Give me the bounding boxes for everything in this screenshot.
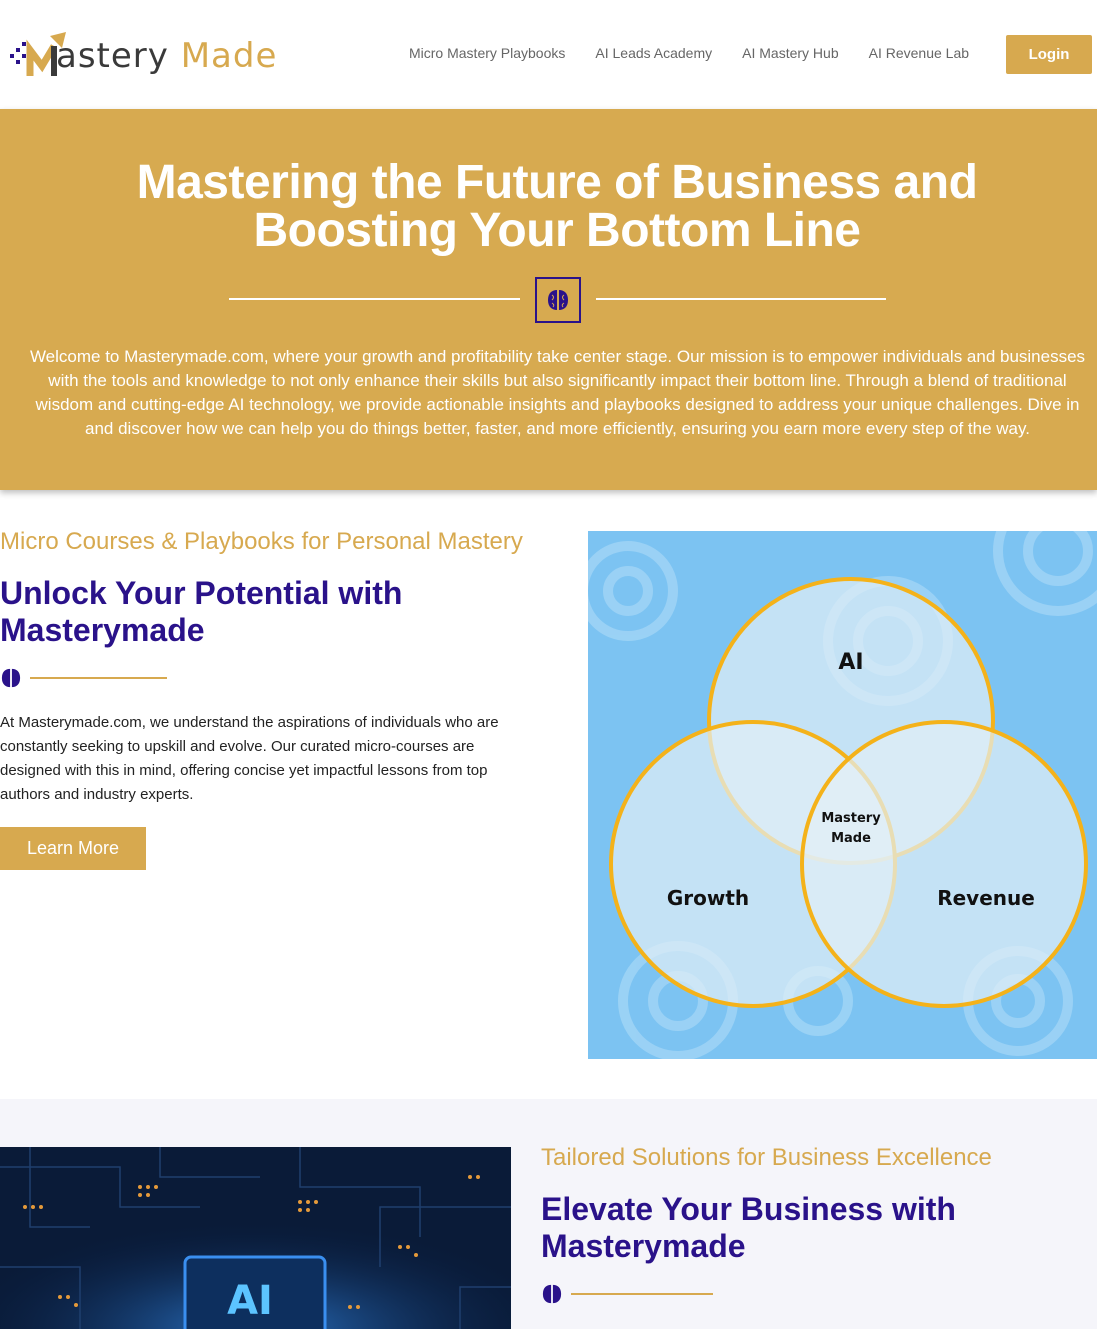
logo-word-made: Made xyxy=(180,36,278,76)
section1-title-line-1: Unlock Your Potential with xyxy=(0,575,403,611)
venn-label-center-1: Mastery xyxy=(821,811,881,826)
site-header: astery Made Micro Mastery Playbooks AI L… xyxy=(0,0,1097,109)
section1-divider xyxy=(0,668,167,688)
section1-body-line-1: At Masterymade.com, we understand the as… xyxy=(0,714,499,731)
hero-intro-line-1: Welcome to Masterymade.com, where your g… xyxy=(29,347,1086,366)
section2-kicker: Tailored Solutions for Business Excellen… xyxy=(541,1144,992,1171)
section2-title-line-2: Masterymade xyxy=(541,1228,746,1264)
hero-divider-right xyxy=(596,298,886,300)
hero-brain-badge xyxy=(535,277,581,323)
hero-intro-line-2: with the tools and knowledge to not only… xyxy=(48,371,1067,390)
ai-chip-image: AI xyxy=(0,1147,511,1329)
section1-body-line-2: constantly seeking to upskill and evolve… xyxy=(0,738,475,755)
section1-divider-line xyxy=(30,677,167,679)
venn-circle-revenue xyxy=(800,720,1088,1008)
hero-title-line-2: Boosting Your Bottom Line xyxy=(253,204,862,257)
venn-label-revenue: Revenue xyxy=(937,886,1035,910)
nav-item-ai-leads-academy[interactable]: AI Leads Academy xyxy=(595,45,712,61)
main-nav: Micro Mastery Playbooks AI Leads Academy… xyxy=(409,45,969,61)
section1-title: Unlock Your Potential with Masterymade xyxy=(0,575,402,649)
section1-kicker: Micro Courses & Playbooks for Personal M… xyxy=(0,528,523,555)
venn-label-ai: AI xyxy=(838,650,863,675)
section1-body: At Masterymade.com, we understand the as… xyxy=(0,711,530,807)
hero-divider-left xyxy=(229,298,520,300)
hero-section: Mastering the Future of Business and Boo… xyxy=(0,109,1097,490)
nav-item-ai-mastery-hub[interactable]: AI Mastery Hub xyxy=(742,45,838,61)
logo-wordmark: astery Made xyxy=(56,36,277,76)
venn-label-growth: Growth xyxy=(667,886,749,910)
section2-title-line-1: Elevate Your Business with xyxy=(541,1191,956,1227)
ai-chip-label: AI xyxy=(227,1278,273,1324)
hero-intro-line-3: wisdom and cutting-edge AI technology, w… xyxy=(35,395,1080,414)
section1-title-line-2: Masterymade xyxy=(0,612,205,648)
venn-label-center-2: Made xyxy=(831,831,871,846)
hero-title: Mastering the Future of Business and Boo… xyxy=(0,159,1097,255)
brain-icon xyxy=(548,290,568,310)
hero-intro-text: Welcome to Masterymade.com, where your g… xyxy=(4,345,1097,441)
nav-item-micro-mastery-playbooks[interactable]: Micro Mastery Playbooks xyxy=(409,45,565,61)
brain-icon xyxy=(542,1284,562,1304)
nav-item-ai-revenue-lab[interactable]: AI Revenue Lab xyxy=(869,45,969,61)
logo-word-mastery: astery xyxy=(56,36,169,76)
site-logo[interactable]: astery Made xyxy=(8,24,298,88)
login-button[interactable]: Login xyxy=(1006,35,1092,74)
section1-body-line-4: authors and industry experts. xyxy=(0,786,194,803)
hero-intro-line-4: and discover how we can help you do thin… xyxy=(85,419,1030,438)
section1-body-line-3: designed with this in mind, offering con… xyxy=(0,762,488,779)
ai-chip-illustration: AI xyxy=(0,1147,511,1329)
section2-divider xyxy=(541,1284,713,1304)
venn-diagram-image: AI Growth Revenue Mastery Made xyxy=(588,531,1097,1059)
hero-title-line-1: Mastering the Future of Business and xyxy=(136,156,978,209)
venn-diagram: AI Growth Revenue Mastery Made xyxy=(588,531,1097,1059)
learn-more-button[interactable]: Learn More xyxy=(0,827,146,870)
brain-icon xyxy=(1,668,21,688)
section2-title: Elevate Your Business with Masterymade xyxy=(541,1191,956,1265)
section2-divider-line xyxy=(571,1293,713,1295)
